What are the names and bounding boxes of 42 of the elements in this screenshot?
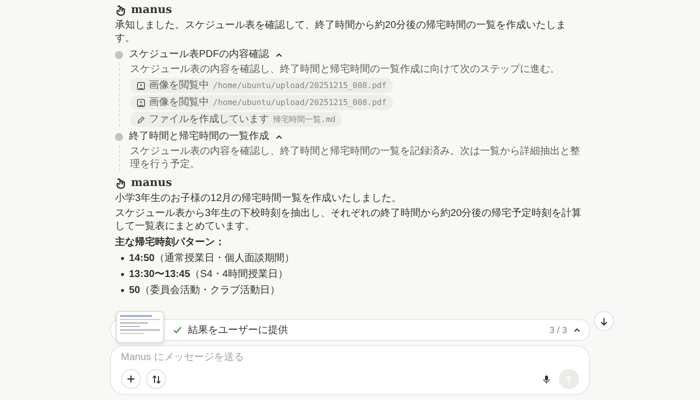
message-text: スケジュール表から3年生の下校時刻を抽出し、それぞれの終了時間から約20分後の帰宅予定時刻を計算して一覧表にまとめています。 xyxy=(115,207,583,233)
list-item: 14:50（通常授業日・個人面談期間） xyxy=(129,252,295,266)
arrow-down-icon xyxy=(600,316,608,326)
step-description: スケジュール表の内容を確認し、終了時間と帰宅時間の一覧作成に向けて次のステップに進む。 xyxy=(130,63,561,76)
message-text: 小学3年生のお子様の12月の帰宅時間一覧を作成いたしました。 xyxy=(115,192,403,205)
step-toggle[interactable] xyxy=(275,50,283,58)
step-status-icon xyxy=(115,132,123,140)
list-heading: 主な帰宅時刻パターン： xyxy=(115,236,226,249)
add-button[interactable] xyxy=(121,369,141,389)
progress-toggle[interactable] xyxy=(573,326,581,334)
bullet-icon xyxy=(121,289,124,292)
microphone-icon xyxy=(543,374,550,384)
action-chip[interactable]: 画像を閲覧中 /home/ubuntu/upload/20251215_008.pdf xyxy=(130,78,394,93)
message-input-box[interactable]: Manus にメッセージを送る xyxy=(110,345,590,395)
action-chip[interactable]: ファイルを作成しています 帰宅時間一覧.md xyxy=(130,112,342,127)
sender-name: manus xyxy=(131,176,172,189)
bullet-icon xyxy=(121,257,124,260)
image-icon xyxy=(137,98,145,106)
step-title: 終了時間と帰宅時間の一覧作成 xyxy=(129,130,269,143)
message-text: 承知しました。スケジュール表を確認して、終了時間から約20分後の帰宅時間の一覧を作成いたします。 xyxy=(115,19,568,45)
step-status-icon xyxy=(115,50,123,58)
progress-count: 3 / 3 xyxy=(549,325,567,335)
image-icon xyxy=(137,82,145,90)
plus-icon xyxy=(127,375,135,383)
action-chip[interactable]: 画像を閲覧中 /home/ubuntu/upload/20251215_008.pdf xyxy=(130,95,394,110)
scroll-down-button[interactable] xyxy=(594,311,614,331)
sender-name: manus xyxy=(131,3,172,16)
tools-button[interactable] xyxy=(146,369,166,389)
progress-label: 結果をユーザーに提供 xyxy=(188,324,288,337)
step-toggle[interactable] xyxy=(275,132,283,140)
step-title: スケジュール表PDFの内容確認 xyxy=(129,48,269,61)
manus-logo-icon xyxy=(115,4,127,16)
swap-arrows-icon xyxy=(152,374,160,384)
bullet-icon xyxy=(121,273,124,276)
progress-bar[interactable]: 結果をユーザーに提供 3 / 3 xyxy=(110,319,590,341)
pen-icon xyxy=(137,116,145,124)
message-input[interactable]: Manus にメッセージを送る xyxy=(121,352,579,363)
document-thumbnail[interactable] xyxy=(116,311,164,343)
list-item: 50（委員会活動・クラブ活動日） xyxy=(129,284,280,298)
step-description: スケジュール表の内容を確認し、終了時間と帰宅時間の一覧を記録済み。次は一覧から詳細抽出と整理を行う予定。 xyxy=(130,145,581,171)
manus-logo-icon xyxy=(115,176,127,188)
list-item: 13:30〜13:45（S4・4時間授業日） xyxy=(129,268,288,282)
